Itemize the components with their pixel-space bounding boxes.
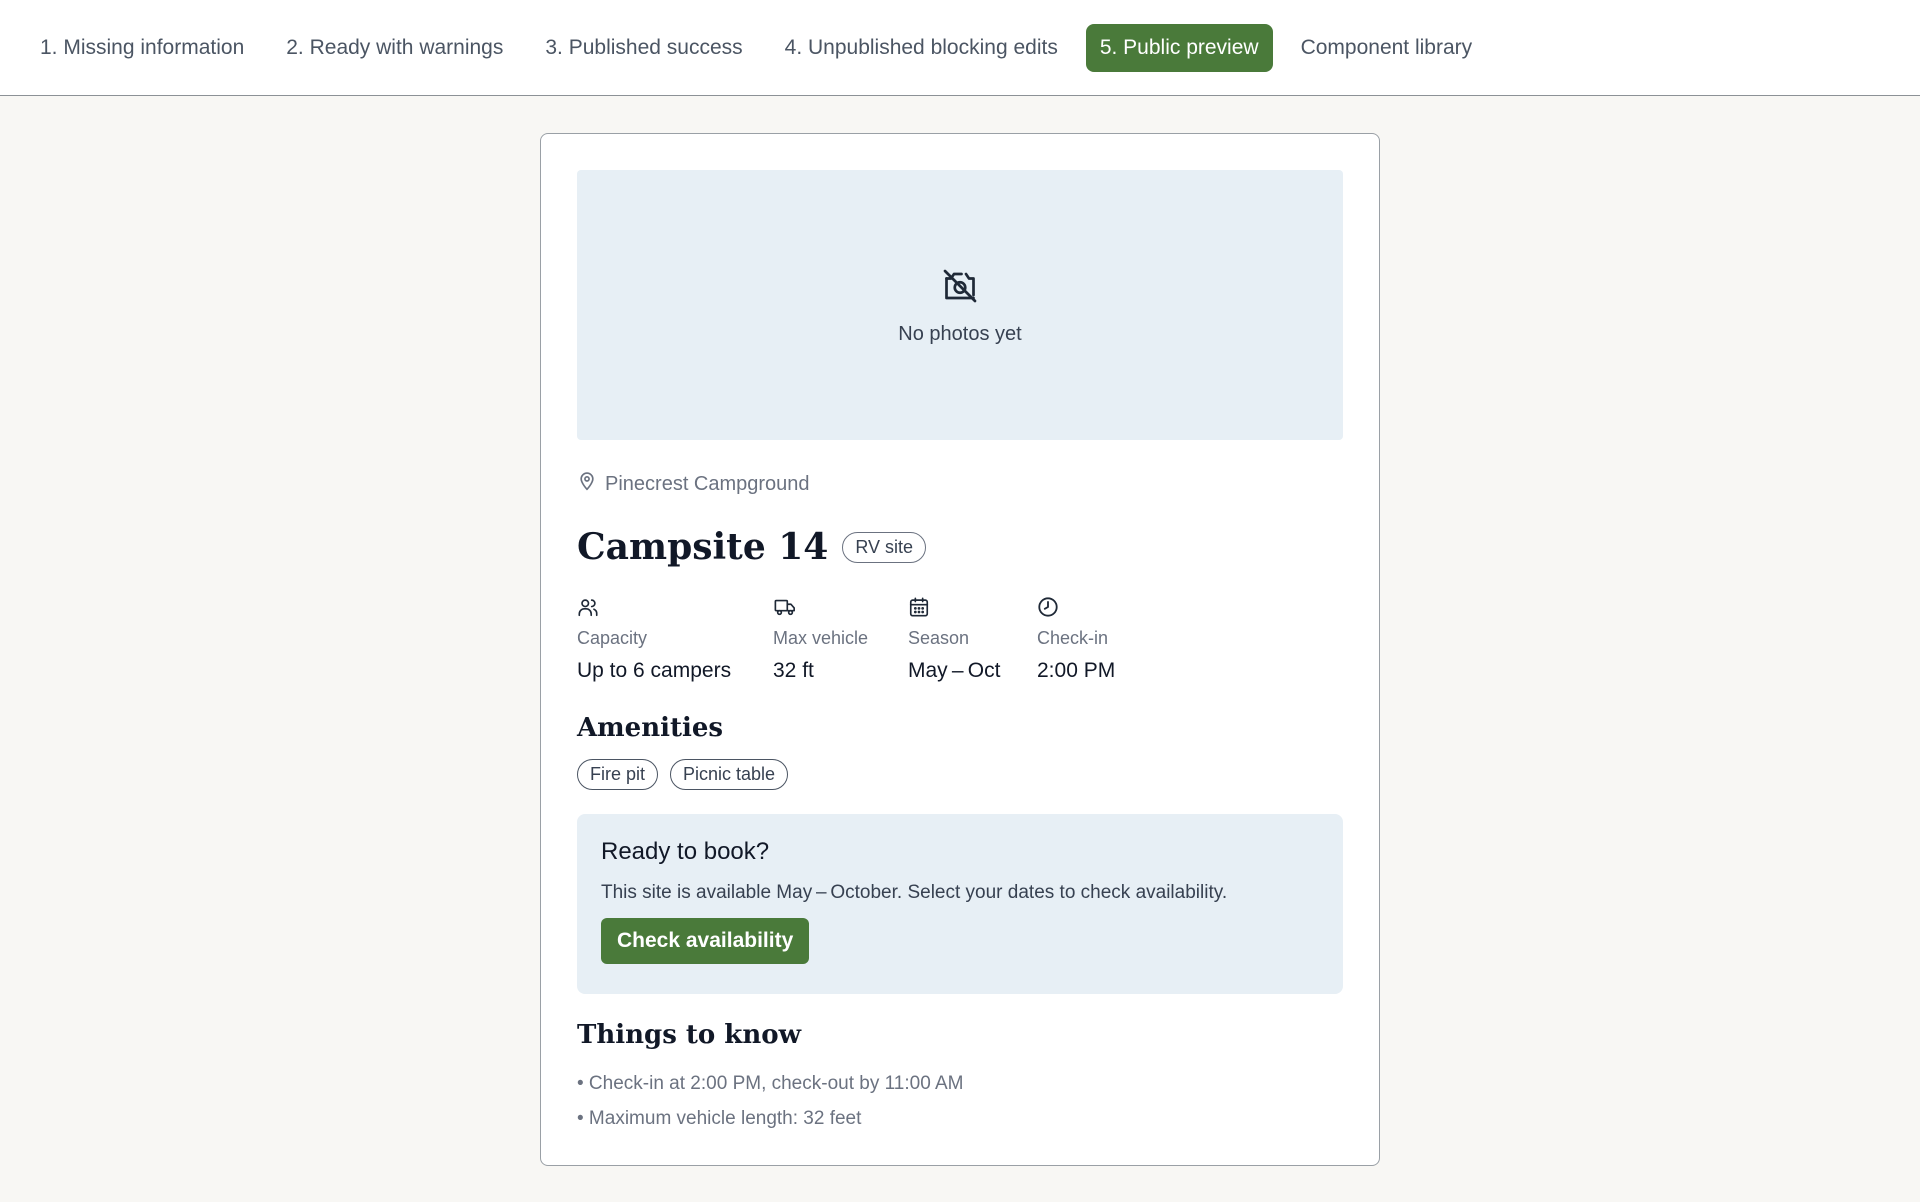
- fact-label: Capacity: [577, 628, 648, 648]
- fact-label: Check-in: [1037, 628, 1109, 648]
- key-facts: Capacity Up to 6 campers Max vehicle 32 …: [577, 596, 1343, 683]
- check-availability-button[interactable]: Check availability: [601, 918, 810, 964]
- calendar-icon: [908, 596, 1037, 620]
- fact-value: May – Oct: [908, 659, 1001, 682]
- tab-published-success[interactable]: 3. Published success: [531, 24, 756, 72]
- clock-icon: [1037, 596, 1157, 620]
- amenities-heading: Amenities: [577, 713, 724, 743]
- fact-value: 2:00 PM: [1037, 659, 1116, 682]
- camera-off-icon: [942, 264, 978, 309]
- map-pin-icon: [577, 470, 597, 498]
- amenity-chip: Picnic table: [670, 759, 789, 790]
- top-navigation: 1. Missing information 2. Ready with war…: [0, 0, 1920, 96]
- tab-component-library[interactable]: Component library: [1287, 24, 1487, 72]
- fact-max-vehicle: Max vehicle 32 ft: [773, 596, 908, 683]
- fact-season: Season May – Oct: [908, 596, 1037, 683]
- fact-check-in: Check-in 2:00 PM: [1037, 596, 1157, 683]
- users-icon: [577, 596, 773, 620]
- list-item: • Check-in at 2:00 PM, check-out by 11:0…: [577, 1073, 964, 1094]
- listing-preview-card: No photos yet Pinecrest Campground Camps…: [540, 133, 1380, 1166]
- things-to-know-list: • Check-in at 2:00 PM, check-out by 11:0…: [577, 1066, 1343, 1136]
- fact-capacity: Capacity Up to 6 campers: [577, 596, 773, 683]
- tab-unpublished-blocking-edits[interactable]: 4. Unpublished blocking edits: [771, 24, 1072, 72]
- fact-label: Max vehicle: [773, 628, 869, 648]
- tab-public-preview[interactable]: 5. Public preview: [1085, 23, 1273, 72]
- amenities-list: Fire pit Picnic table: [577, 759, 1343, 790]
- tab-missing-information[interactable]: 1. Missing information: [26, 24, 258, 72]
- booking-callout: Ready to book? This site is available Ma…: [577, 814, 1343, 994]
- listing-title: Campsite 14: [577, 526, 829, 568]
- fact-value: Up to 6 campers: [577, 659, 732, 682]
- no-photos-text: No photos yet: [898, 323, 1022, 345]
- fact-value: 32 ft: [773, 659, 814, 682]
- campground-location: Pinecrest Campground: [577, 470, 1343, 498]
- list-item: • Maximum vehicle length: 32 feet: [577, 1108, 862, 1129]
- booking-title: Ready to book?: [601, 838, 770, 865]
- booking-description: This site is available May – October. Se…: [601, 882, 1228, 903]
- listing-title-row: Campsite 14 RV site: [577, 526, 1343, 568]
- campground-name: Pinecrest Campground: [605, 472, 810, 495]
- fact-label: Season: [908, 628, 970, 648]
- photo-placeholder: No photos yet: [577, 170, 1343, 440]
- amenity-chip: Fire pit: [577, 759, 659, 790]
- truck-icon: [773, 596, 908, 620]
- site-type-badge: RV site: [842, 531, 927, 563]
- tab-ready-with-warnings[interactable]: 2. Ready with warnings: [272, 24, 517, 72]
- things-to-know-heading: Things to know: [577, 1020, 801, 1050]
